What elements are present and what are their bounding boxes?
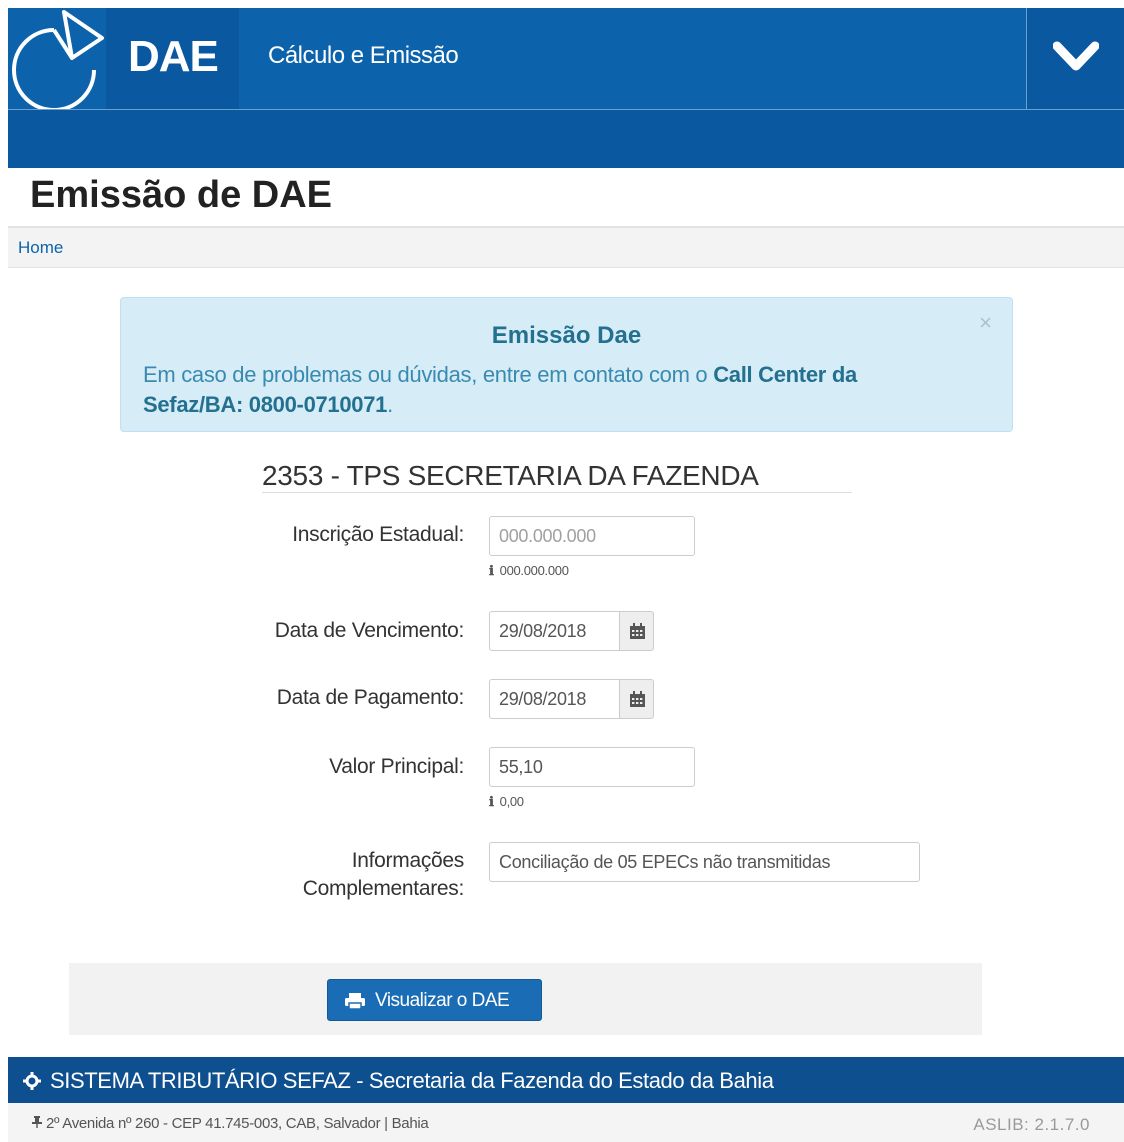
data-pagamento-input[interactable]	[489, 679, 620, 719]
footer-system-text: SISTEMA TRIBUTÁRIO SEFAZ - Secretaria da…	[50, 1068, 774, 1093]
footer-address: 2º Avenida nº 260 - CEP 41.745-003, CAB,…	[32, 1115, 429, 1132]
app-subtitle: Cálculo e Emissão	[268, 42, 459, 69]
valor-help: ℹ 0,00	[489, 794, 524, 810]
top-navbar: DAE Cálculo e Emissão	[8, 8, 1124, 110]
form-heading: 2353 - TPS SECRETARIA DA FAZENDA	[262, 460, 759, 491]
version-label: ASLIB: 2.1.7.0	[973, 1115, 1090, 1134]
vencimento-label: Data de Vencimento:	[274, 619, 465, 642]
breadcrumb-home-link[interactable]: Home	[18, 238, 63, 258]
secondary-navbar	[8, 110, 1124, 168]
inscricao-estadual-input[interactable]	[489, 516, 695, 556]
calendar-icon	[630, 623, 645, 639]
menu-toggle-button[interactable]	[1026, 8, 1124, 110]
breadcrumb: Home	[8, 228, 1124, 268]
vencimento-date-group	[489, 611, 654, 651]
informacoes-label: Informações Complementares:	[302, 847, 465, 903]
chevron-down-icon	[1053, 41, 1099, 71]
valor-label: Valor Principal:	[329, 755, 464, 778]
form-heading-divider	[262, 492, 852, 493]
visualizar-dae-label: Visualizar o DAE	[375, 990, 510, 1011]
valor-help-text: 0,00	[499, 794, 524, 809]
calendar-icon	[630, 691, 645, 707]
informacoes-label-line1: Informações	[351, 849, 465, 872]
pagamento-date-group	[489, 679, 654, 719]
app-name-box[interactable]: DAE	[106, 8, 239, 110]
informacoes-label-line2: Complementares:	[302, 877, 465, 900]
alert-text: Em caso de problemas ou dúvidas, entre e…	[143, 362, 714, 387]
data-vencimento-input[interactable]	[489, 611, 620, 651]
app-name: DAE	[128, 32, 219, 81]
sefaz-logo[interactable]	[8, 8, 106, 110]
informacoes-complementares-input[interactable]	[489, 842, 920, 882]
print-icon	[345, 993, 365, 1010]
address-bar: 2º Avenida nº 260 - CEP 41.745-003, CAB,…	[8, 1103, 1124, 1142]
inscricao-label: Inscrição Estadual:	[292, 523, 464, 546]
vencimento-calendar-button[interactable]	[619, 611, 654, 651]
pagamento-label: Data de Pagamento:	[276, 686, 465, 709]
info-icon: ℹ	[489, 564, 494, 579]
visualizar-dae-button[interactable]: Visualizar o DAE	[327, 979, 542, 1021]
page-title: Emissão de DAE	[30, 174, 332, 216]
inscricao-help: ℹ 000.000.000	[489, 563, 569, 579]
inscricao-help-text: 000.000.000	[499, 563, 569, 578]
info-alert: × Emissão Dae Em caso de problemas ou dú…	[120, 297, 1013, 432]
alert-title: Emissão Dae	[491, 322, 642, 349]
alert-end: .	[387, 392, 393, 417]
pagamento-calendar-button[interactable]	[619, 679, 654, 719]
valor-principal-input[interactable]	[489, 747, 695, 787]
pie-logo-icon	[12, 10, 104, 110]
gear-icon	[23, 1072, 41, 1090]
info-icon: ℹ	[489, 795, 494, 810]
footer-address-text: 2º Avenida nº 260 - CEP 41.745-003, CAB,…	[46, 1115, 429, 1132]
form-actions: Visualizar o DAE	[69, 963, 982, 1035]
pushpin-icon	[32, 1116, 42, 1128]
footer-bar: SISTEMA TRIBUTÁRIO SEFAZ - Secretaria da…	[8, 1057, 1124, 1103]
alert-message: Em caso de problemas ou dúvidas, entre e…	[143, 360, 943, 420]
